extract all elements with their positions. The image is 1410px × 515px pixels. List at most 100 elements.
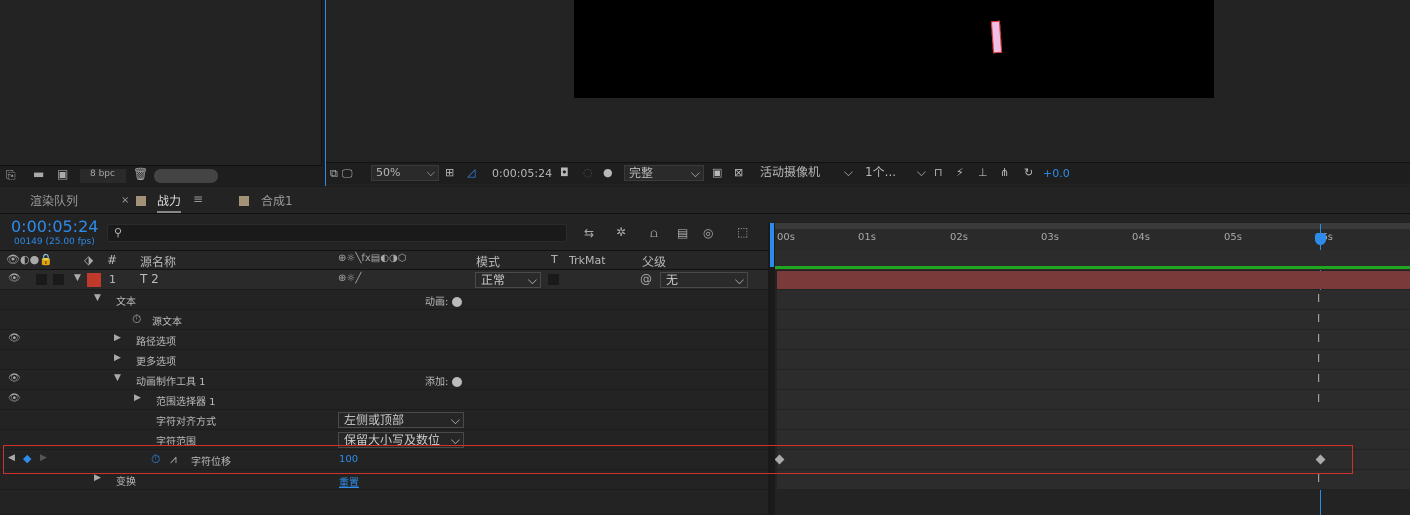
- fit-icon[interactable]: ⊞: [445, 166, 454, 179]
- fast-preview-icon[interactable]: ⚡: [956, 166, 964, 179]
- col-hash: #: [107, 253, 118, 267]
- interpret-footage-icon[interactable]: ⎘: [6, 168, 16, 183]
- parent-select[interactable]: 无 ⌵: [660, 272, 748, 288]
- new-comp-icon[interactable]: ▣: [57, 167, 68, 181]
- property-row-text[interactable]: ▼ 文本 动画:: [0, 290, 770, 310]
- property-label: 变换: [116, 477, 136, 488]
- shy-icon[interactable]: ⩍: [650, 226, 658, 241]
- draft-3d-icon[interactable]: ✲: [616, 225, 626, 239]
- composition-viewer: ⧉ 🖵 50% ⌵ ⊞ ◿ 0:00:05:24 ◘ ◌ ● 完整 ⌵ ▣ ⊠ 活动…: [325, 0, 1410, 186]
- toggle-pixel-icon[interactable]: ⊓: [934, 166, 943, 179]
- animate-menu-icon[interactable]: [451, 297, 462, 307]
- expand-arrow-icon[interactable]: ▶: [94, 473, 101, 483]
- layer-switches-icon[interactable]: ⊕☼╱: [338, 273, 361, 284]
- views-select[interactable]: 1个... ⌵: [861, 165, 929, 181]
- layer-search-input[interactable]: ⚲: [107, 224, 567, 242]
- roi-icon[interactable]: ▣: [712, 166, 722, 179]
- channel-icon[interactable]: ●: [603, 166, 613, 179]
- render-bar: [775, 266, 1410, 269]
- layer-name[interactable]: T 2: [140, 272, 159, 286]
- track: I: [777, 290, 1410, 310]
- graph-editor-icon[interactable]: ⬚: [737, 225, 748, 239]
- eye-icon[interactable]: 👁: [8, 333, 21, 344]
- comp-canvas[interactable]: [574, 0, 1214, 98]
- timeline-icon[interactable]: ⊥: [978, 166, 988, 179]
- add-label[interactable]: 添加:: [425, 373, 462, 388]
- timeline-timecode[interactable]: 0:00:05:24: [11, 217, 98, 236]
- comp-mini-flowchart-icon[interactable]: ⇆: [584, 226, 594, 240]
- char-alignment-value: 左侧或顶部: [344, 413, 405, 427]
- property-row-more-options[interactable]: ▶ 更多选项: [0, 350, 770, 370]
- playhead[interactable]: [1315, 233, 1326, 245]
- project-panel: [0, 0, 322, 186]
- thumbnail-slider[interactable]: [154, 169, 218, 183]
- property-row-char-alignment[interactable]: 字符对齐方式 左侧或顶部 ⌵: [0, 410, 770, 430]
- work-area-bar[interactable]: [775, 223, 1410, 229]
- new-folder-icon[interactable]: ▬: [33, 167, 44, 181]
- flowchart-icon[interactable]: ⋔: [1000, 166, 1009, 179]
- collapse-arrow-icon[interactable]: ▼: [94, 293, 101, 303]
- zoom-select[interactable]: 50% ⌵: [371, 165, 439, 181]
- bit-depth[interactable]: 8 bpc: [80, 169, 126, 183]
- trash-icon[interactable]: 🗑: [133, 167, 148, 181]
- layer-row[interactable]: 👁 ▼ 1 T 2 ⊕☼╱ 正常 ⌵ @ 无 ⌵: [0, 270, 770, 290]
- keyframe-marker: I: [1317, 372, 1321, 385]
- track: I: [777, 330, 1410, 350]
- col-parent: 父级: [642, 255, 667, 269]
- search-icon: ⚲: [114, 226, 123, 239]
- snapshot-history-icon[interactable]: ⧉: [330, 167, 338, 181]
- camera-select[interactable]: 活动摄像机 ⌵: [756, 165, 856, 181]
- expand-arrow-icon[interactable]: ▶: [134, 393, 141, 403]
- eye-icon[interactable]: 👁: [8, 373, 21, 384]
- blend-mode-select[interactable]: 正常 ⌵: [475, 272, 541, 288]
- tab-render-queue[interactable]: 渲染队列: [30, 192, 78, 209]
- eye-icon[interactable]: 👁: [8, 393, 21, 404]
- show-snapshot-icon[interactable]: ◌: [583, 166, 593, 179]
- collapse-arrow-icon[interactable]: ▼: [74, 273, 81, 283]
- ruler-tick: 05s: [1224, 232, 1242, 243]
- property-row-source-text[interactable]: ⏱ 源文本: [0, 310, 770, 330]
- panel-tabs: 渲染队列 × 战力 ≡ 合成1: [0, 187, 1410, 214]
- camera-icon[interactable]: ◘: [560, 166, 569, 179]
- transparency-grid-icon[interactable]: ⊠: [734, 166, 743, 179]
- layer-duration-bar[interactable]: [777, 271, 1410, 289]
- solo-box[interactable]: [36, 274, 47, 285]
- col-source-name[interactable]: 源名称: [140, 253, 176, 270]
- layer-label-color[interactable]: [87, 273, 101, 287]
- lock-box[interactable]: [53, 274, 64, 285]
- tab-comp1[interactable]: 合成1: [261, 192, 293, 209]
- tab-zhanli[interactable]: 战力: [157, 192, 182, 213]
- frame-blend-icon[interactable]: ▤: [677, 226, 688, 240]
- resolution-value: 完整: [629, 166, 654, 180]
- keyframe-marker: I: [1317, 352, 1321, 365]
- expand-arrow-icon[interactable]: ▶: [114, 333, 121, 343]
- viewer-timecode[interactable]: 0:00:05:24: [492, 167, 552, 180]
- property-row-path-options[interactable]: 👁 ▶ 路径选项: [0, 330, 770, 350]
- preserve-transparency-box[interactable]: [548, 274, 559, 285]
- monitor-icon[interactable]: 🖵: [342, 167, 353, 181]
- keyframe-marker: I: [1317, 312, 1321, 325]
- work-area-start[interactable]: [770, 223, 774, 267]
- animate-label[interactable]: 动画:: [425, 293, 462, 308]
- reset-link[interactable]: 重置: [339, 474, 359, 489]
- collapse-arrow-icon[interactable]: ▼: [114, 373, 121, 383]
- property-label: 字符对齐方式: [156, 417, 216, 428]
- eye-icon[interactable]: 👁: [8, 273, 21, 284]
- tab-close-icon[interactable]: ×: [121, 195, 129, 206]
- expand-arrow-icon[interactable]: ▶: [114, 353, 121, 363]
- motion-blur-icon[interactable]: ◎: [703, 226, 713, 240]
- property-label: 路径选项: [136, 337, 176, 348]
- add-menu-icon[interactable]: [451, 377, 462, 387]
- property-row-range-selector[interactable]: 👁 ▶ 范围选择器 1: [0, 390, 770, 410]
- property-row-animator[interactable]: 👁 ▼ 动画制作工具 1 添加:: [0, 370, 770, 390]
- pickwhip-icon[interactable]: @: [640, 272, 652, 286]
- comp1-color-swatch: [239, 196, 249, 206]
- tab-menu-icon[interactable]: ≡: [193, 192, 203, 206]
- char-alignment-select[interactable]: 左侧或顶部 ⌵: [338, 412, 464, 428]
- reset-exposure-icon[interactable]: ↻: [1024, 166, 1033, 179]
- resolution-select[interactable]: 完整 ⌵: [624, 165, 704, 181]
- stopwatch-icon[interactable]: ⏱: [132, 312, 141, 327]
- ruler-tick: 04s: [1132, 232, 1150, 243]
- exposure-value[interactable]: +0.0: [1043, 167, 1070, 180]
- region-icon[interactable]: ◿: [467, 166, 475, 179]
